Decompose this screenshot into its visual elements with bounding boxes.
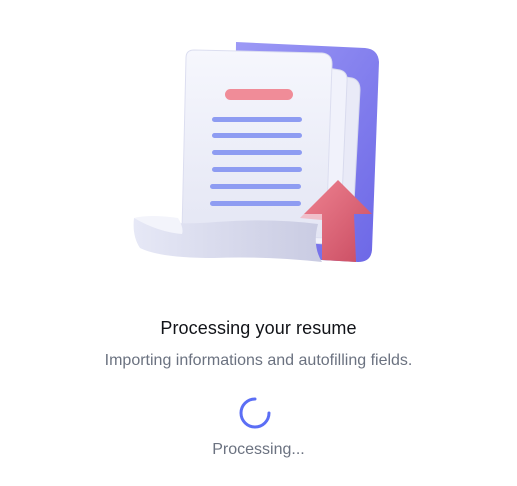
processing-status: Processing... xyxy=(212,441,305,458)
resume-upload-illustration xyxy=(0,0,517,290)
processing-subtitle: Importing informations and autofilling f… xyxy=(104,352,413,369)
document-upload-illustration-icon xyxy=(133,42,379,262)
processing-modal: Processing your resume Importing informa… xyxy=(0,0,517,486)
processing-title: Processing your resume xyxy=(160,318,357,338)
loading-spinner-icon xyxy=(236,394,274,432)
